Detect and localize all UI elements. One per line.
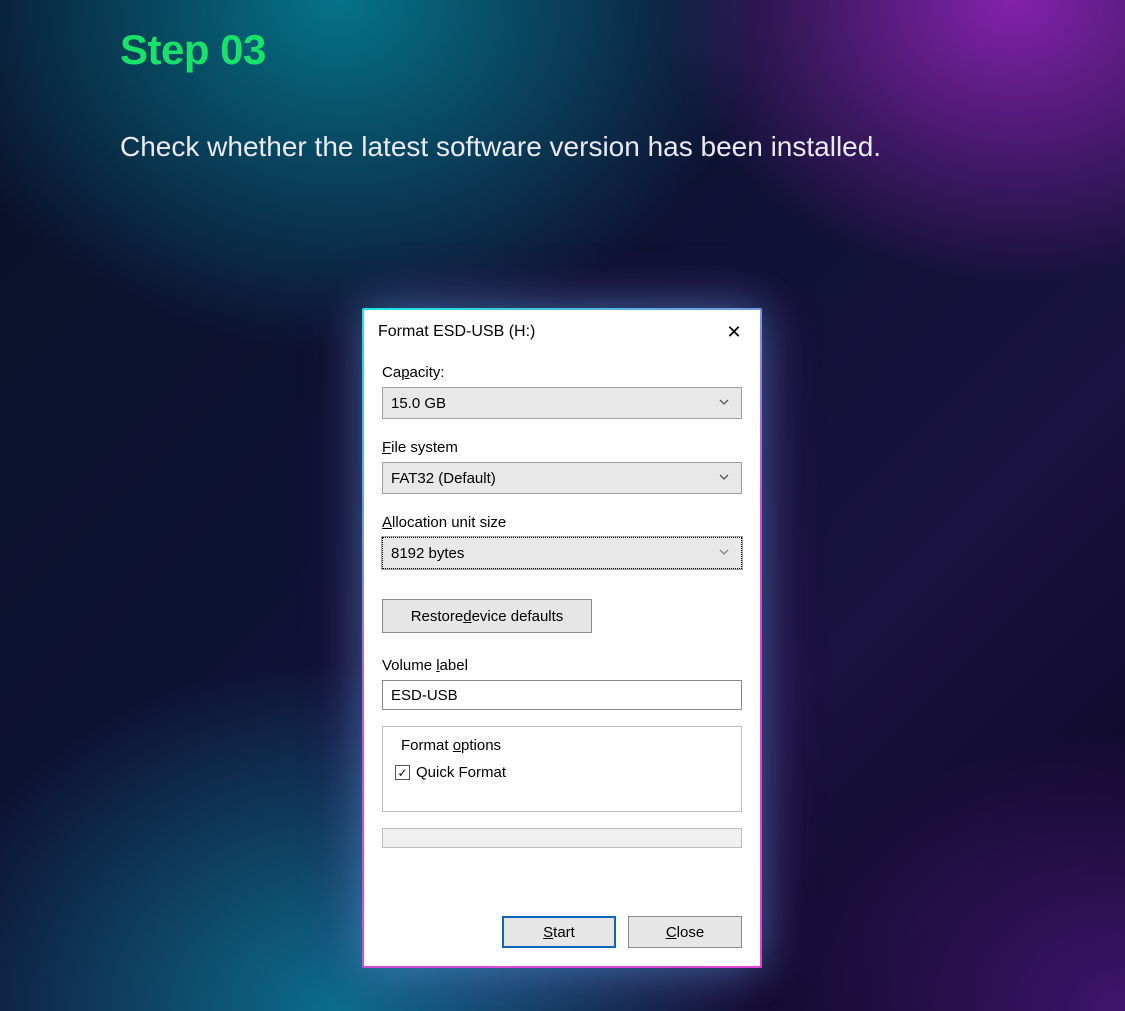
dialog-title: Format ESD-USB (H:) (378, 323, 722, 341)
format-options-group: Format options ✓ Quick Format (382, 726, 742, 812)
capacity-label: Capacity: (382, 364, 742, 381)
filesystem-label-u: F (382, 439, 391, 456)
restore-defaults-button[interactable]: Restore device defaults (382, 599, 592, 633)
allocation-label-u: A (382, 514, 392, 531)
close-button[interactable]: Close (628, 916, 742, 948)
format-options-legend: Format options (397, 737, 505, 754)
quick-format-row[interactable]: ✓ Quick Format (395, 764, 729, 781)
progress-bar (382, 828, 742, 848)
legend-post: ptions (461, 737, 501, 754)
dialog-footer: Start Close (364, 900, 760, 966)
filesystem-value: FAT32 (Default) (391, 470, 715, 487)
close-icon[interactable]: ✕ (722, 323, 746, 341)
dialog-glow-border: Format ESD-USB (H:) ✕ Capacity: 15.0 GB … (362, 308, 762, 968)
allocation-select[interactable]: 8192 bytes (382, 537, 742, 569)
filesystem-label-post: ile system (391, 439, 458, 456)
legend-u: o (453, 737, 461, 754)
quick-format-label: Quick Format (416, 764, 506, 781)
capacity-label-u: p (401, 364, 409, 381)
allocation-label-post: llocation unit size (392, 514, 506, 531)
start-u: S (543, 924, 553, 941)
restore-post: evice defaults (472, 608, 564, 625)
start-post: tart (553, 924, 575, 941)
capacity-select[interactable]: 15.0 GB (382, 387, 742, 419)
capacity-label-post: acity: (410, 364, 445, 381)
titlebar: Format ESD-USB (H:) ✕ (364, 310, 760, 354)
allocation-label: Allocation unit size (382, 514, 742, 531)
volume-input[interactable]: ESD-USB (382, 680, 742, 710)
capacity-value: 15.0 GB (391, 395, 715, 412)
chevron-down-icon (715, 395, 733, 412)
close-u: C (666, 924, 677, 941)
step-title: Step 03 (120, 26, 266, 74)
volume-label-post: abel (440, 657, 468, 674)
allocation-value: 8192 bytes (391, 545, 715, 562)
chevron-down-icon (715, 470, 733, 487)
volume-value: ESD-USB (391, 687, 458, 704)
filesystem-select[interactable]: FAT32 (Default) (382, 462, 742, 494)
volume-label-pre: Volume (382, 657, 436, 674)
format-dialog: Format ESD-USB (H:) ✕ Capacity: 15.0 GB … (364, 310, 760, 966)
dialog-body: Capacity: 15.0 GB File system FAT32 (Def… (364, 354, 760, 900)
step-description: Check whether the latest software versio… (120, 120, 1000, 173)
chevron-down-icon (715, 545, 733, 562)
capacity-label-pre: Ca (382, 364, 401, 381)
restore-pre: Restore (411, 608, 464, 625)
volume-label: Volume label (382, 657, 742, 674)
start-button[interactable]: Start (502, 916, 616, 948)
filesystem-label: File system (382, 439, 742, 456)
restore-u: d (463, 608, 471, 625)
legend-pre: Format (401, 737, 453, 754)
close-post: lose (677, 924, 705, 941)
checkbox-checked-icon[interactable]: ✓ (395, 765, 410, 780)
